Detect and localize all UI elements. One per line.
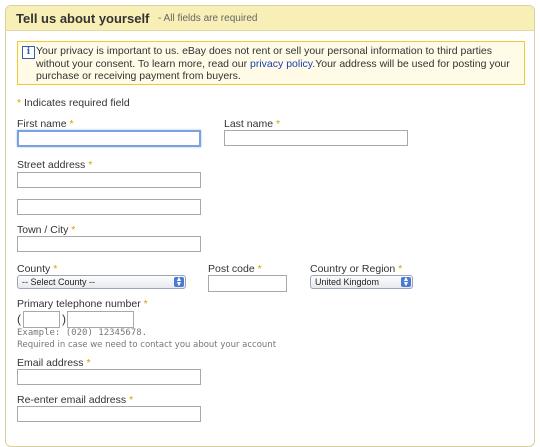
privacy-notice-text: Your privacy is important to us. eBay do… [36, 45, 520, 83]
privacy-notice: i Your privacy is important to us. eBay … [17, 41, 525, 85]
country-label-text: Country or Region [310, 263, 396, 275]
required-star: * [86, 357, 91, 369]
required-field-note: * Indicates required field [17, 97, 130, 109]
required-star: * [88, 159, 93, 171]
last-name-label: Last name * [224, 118, 280, 130]
street-address-line1-input[interactable] [17, 172, 201, 188]
privacy-policy-link[interactable]: privacy policy. [250, 58, 315, 70]
county-select[interactable]: -- Select County -- ▲ ▼ [17, 275, 186, 289]
first-name-input[interactable] [17, 130, 201, 147]
reenter-email-label: Re-enter email address * [17, 394, 133, 406]
reenter-email-label-text: Re-enter email address [17, 394, 127, 406]
phone-close-paren: ) [62, 312, 66, 326]
street-address-label-text: Street address [17, 159, 86, 171]
town-city-label: Town / City * [17, 224, 75, 236]
county-label-text: County [17, 263, 51, 275]
town-city-label-text: Town / City [17, 224, 69, 236]
post-code-input[interactable] [208, 275, 287, 292]
county-select-value: -- Select County -- [22, 277, 96, 287]
select-arrows-icon: ▲ ▼ [174, 276, 184, 288]
required-star: * [398, 263, 403, 275]
phone-open-paren: ( [17, 312, 21, 326]
phone-label-text: Primary telephone number [17, 298, 141, 310]
phone-area-code-input[interactable] [23, 311, 60, 328]
required-star: * [53, 263, 58, 275]
form-header: Tell us about yourself - All fields are … [6, 6, 534, 31]
town-city-input[interactable] [17, 236, 201, 252]
required-star: * [275, 118, 281, 130]
select-arrows-icon: ▲ ▼ [401, 276, 411, 288]
county-label: County * [17, 263, 57, 275]
phone-example-hint: Example: (020) 12345678. [17, 328, 148, 338]
info-icon: i [22, 46, 35, 59]
first-name-label: First name * [17, 118, 74, 130]
street-address-label: Street address * [17, 159, 92, 171]
phone-required-hint: Required in case we need to contact you … [17, 340, 277, 350]
reenter-email-input[interactable] [17, 406, 201, 422]
post-code-label: Post code * [208, 263, 262, 275]
required-star: * [129, 394, 134, 406]
phone-number-input[interactable] [67, 311, 134, 328]
street-address-line2-input[interactable] [17, 199, 201, 215]
post-code-label-text: Post code [208, 263, 255, 275]
form-title: Tell us about yourself [16, 11, 150, 26]
email-label-text: Email address [17, 357, 84, 369]
required-star: * [69, 118, 74, 130]
form-subtitle: - All fields are required [158, 13, 258, 24]
email-label: Email address * [17, 357, 91, 369]
country-label: Country or Region * [310, 263, 402, 275]
phone-label: Primary telephone number * [17, 298, 148, 310]
required-note-text: Indicates required field [21, 97, 130, 109]
last-name-input[interactable] [224, 130, 408, 146]
country-select-value: United Kingdom [315, 277, 380, 287]
required-star: * [71, 224, 76, 236]
email-input[interactable] [17, 369, 201, 385]
required-star: * [143, 298, 148, 310]
country-select[interactable]: United Kingdom ▲ ▼ [310, 275, 413, 289]
required-star: * [257, 263, 262, 275]
last-name-label-text: Last name [224, 118, 274, 130]
first-name-label-text: First name [17, 118, 67, 130]
